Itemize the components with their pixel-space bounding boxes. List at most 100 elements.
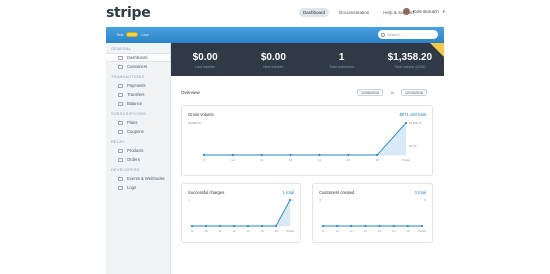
- balance-icon: [118, 101, 123, 106]
- sidebar-section-general: GENERAL: [111, 47, 132, 51]
- data-point[interactable]: [318, 153, 321, 157]
- x-tick-label: 12: [289, 158, 293, 162]
- data-point[interactable]: [336, 224, 339, 228]
- series-area: [204, 123, 406, 155]
- date-to-button[interactable]: 12/15/2015: [401, 89, 427, 96]
- sidebar-item-payments[interactable]: Payments: [106, 81, 170, 90]
- data-point[interactable]: [406, 224, 409, 228]
- x-tick-label: 11: [260, 158, 263, 162]
- series-line: [204, 122, 407, 156]
- nav-dashboard[interactable]: Dashboard: [299, 8, 330, 17]
- sidebar-item-customers[interactable]: Customers: [106, 62, 170, 71]
- data-point[interactable]: [202, 153, 206, 157]
- date-from-button[interactable]: 12/08/2015: [357, 89, 383, 96]
- sidebar-item-products[interactable]: Products: [106, 146, 170, 155]
- gross-volume-chart: 9 10 11 12 13 14 15 Today $1358.20 $1358.20 $0.00: [188, 121, 422, 162]
- data-point[interactable]: [246, 224, 250, 228]
- x-tick-label: 15: [375, 158, 379, 162]
- data-point[interactable]: [260, 153, 263, 157]
- series-area: [192, 200, 290, 226]
- avatar: [403, 8, 410, 15]
- transfer-icon: [118, 92, 123, 97]
- nav-documentation[interactable]: Documentation: [335, 8, 373, 17]
- data-point[interactable]: [376, 153, 379, 157]
- data-point[interactable]: [218, 224, 222, 228]
- data-point[interactable]: [260, 224, 264, 228]
- sidebar-item-plans[interactable]: Plans: [106, 118, 170, 127]
- x-tick-label: 14: [392, 229, 396, 233]
- search-placeholder: Search...: [387, 32, 404, 37]
- data-point[interactable]: [404, 121, 408, 125]
- sidebar-item-label: Dashboard: [127, 55, 148, 60]
- data-point[interactable]: [231, 153, 234, 157]
- x-tick-label: 13: [378, 229, 382, 233]
- stat-value: 1: [338, 52, 345, 63]
- sidebar-section-developers: DEVELOPERS: [111, 168, 140, 172]
- sidebar-item-logs[interactable]: Logs: [106, 183, 170, 192]
- data-point[interactable]: [347, 153, 350, 157]
- sidebar-item-transfers[interactable]: Transfers: [106, 90, 170, 99]
- mode-switch[interactable]: Test Live: [116, 32, 149, 37]
- x-tick-label: Today: [402, 158, 411, 162]
- search-input[interactable]: Search...: [378, 30, 438, 39]
- x-tick-label: Today: [418, 229, 427, 233]
- sidebar-item-orders[interactable]: Orders: [106, 155, 170, 164]
- test-label: Test: [116, 32, 124, 37]
- data-point[interactable]: [232, 224, 236, 228]
- stat-label: Total customers: [329, 65, 355, 69]
- sidebar-section-relay: RELAY: [111, 140, 125, 144]
- sidebar-item-label: Logs: [127, 185, 137, 190]
- data-point[interactable]: [364, 224, 367, 228]
- sidebar-item-label: Plans: [127, 120, 138, 125]
- top-bar: stripe Dashboard Documentation Help & Su…: [0, 0, 550, 26]
- stat-next-transfer: $0.00 Next transfer: [239, 43, 307, 76]
- y-zero-label: $0.00: [409, 144, 417, 148]
- data-point[interactable]: [420, 224, 424, 228]
- sidebar-item-coupons[interactable]: Coupons: [106, 127, 170, 136]
- data-point[interactable]: [321, 224, 325, 228]
- overview-header: Overview 12/08/2015 to 12/15/2015: [181, 89, 436, 97]
- sidebar-item-dashboard[interactable]: Dashboard: [106, 53, 170, 62]
- data-point[interactable]: [190, 224, 194, 228]
- x-tick-label: Today: [286, 229, 295, 233]
- x-tick-label: 9: [203, 158, 205, 162]
- data-point[interactable]: [274, 224, 278, 228]
- card-icon: [118, 83, 123, 88]
- sidebar-section-transactions: TRANSACTIONS: [111, 75, 145, 79]
- y-max-label-left: 1: [188, 198, 190, 202]
- stat-label: Last transfer: [195, 65, 216, 69]
- beta-ribbon: [430, 43, 444, 57]
- data-point[interactable]: [289, 153, 292, 157]
- sidebar-item-events-webhooks[interactable]: Events & Webhooks: [106, 174, 170, 183]
- series-line: [192, 199, 291, 227]
- data-point[interactable]: [350, 224, 353, 228]
- x-tick-label: 10: [231, 158, 235, 162]
- y-max-label-right: $1358.20: [409, 121, 422, 125]
- sidebar-item-label: Payments: [127, 83, 146, 88]
- stat-value: $0.00: [260, 52, 286, 63]
- data-point[interactable]: [392, 224, 395, 228]
- main-content: $0.00 Last transfer $0.00 Next transfer …: [171, 43, 444, 274]
- customers-created-chart: 9 10 11 12 13 14 15 Today 0 0: [319, 198, 427, 233]
- stripe-logo[interactable]: stripe: [106, 5, 151, 21]
- user-menu[interactable]: Kole Borutch ▼: [403, 8, 446, 15]
- user-name: Kole Borutch: [413, 9, 439, 14]
- sidebar-item-label: Orders: [127, 157, 140, 162]
- logs-icon: [118, 185, 123, 190]
- mode-toggle[interactable]: [126, 32, 139, 37]
- data-point[interactable]: [204, 224, 208, 228]
- overview-title: Overview: [181, 90, 200, 95]
- stat-last-transfer: $0.00 Last transfer: [171, 43, 239, 76]
- x-tick-label: 11: [218, 229, 221, 233]
- data-point[interactable]: [288, 198, 292, 202]
- chevron-down-icon: ▼: [441, 9, 446, 14]
- x-tick-label: 15: [274, 229, 278, 233]
- sidebar-item-label: Transfers: [127, 92, 145, 97]
- x-tick-label: 9: [322, 229, 324, 233]
- data-point[interactable]: [378, 224, 381, 228]
- stat-total-customers: 1 Total customers: [308, 43, 376, 76]
- sidebar-item-label: Balance: [127, 101, 143, 106]
- customers-created-card: Customers created 0 total 9 10 11 12 13 14 15 T…: [312, 183, 433, 243]
- sidebar-item-balance[interactable]: Balance: [106, 99, 170, 108]
- coupon-icon: [118, 129, 123, 134]
